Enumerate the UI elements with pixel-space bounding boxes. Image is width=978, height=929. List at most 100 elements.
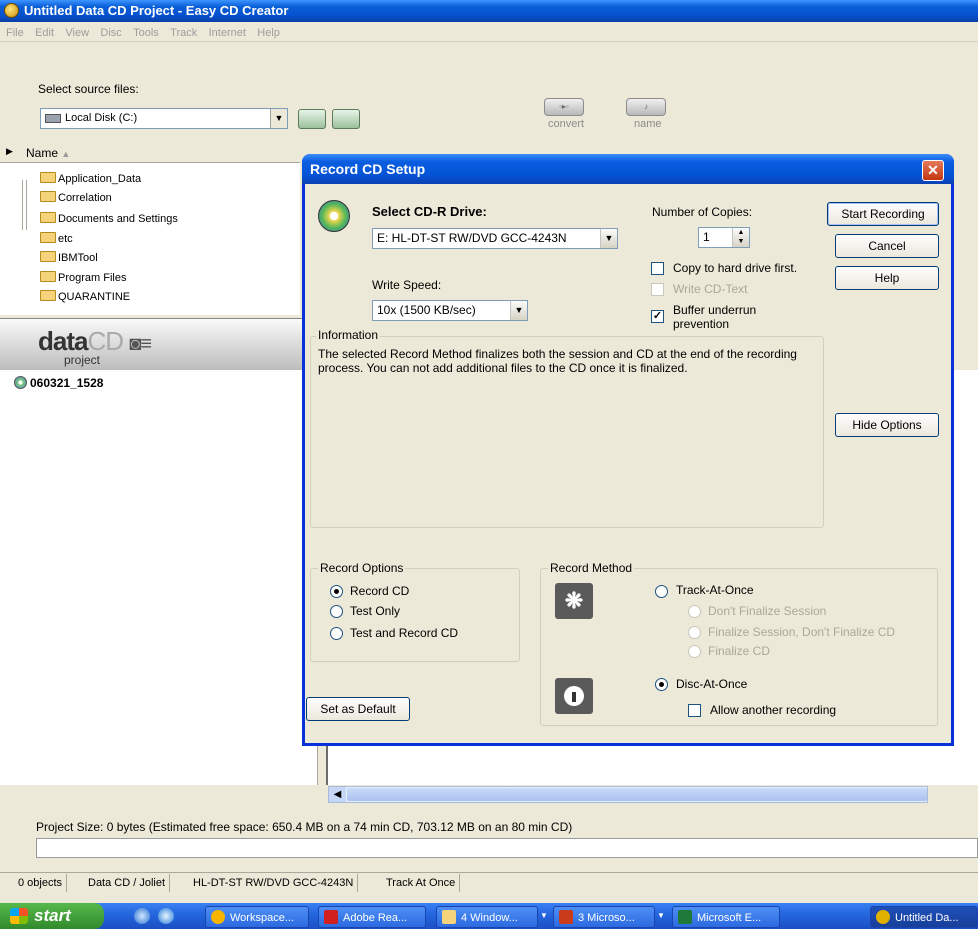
horizontal-scrollbar[interactable]: ◀ xyxy=(328,786,928,803)
menu-bar: File Edit View Disc Tools Track Internet… xyxy=(0,22,978,42)
buffer-underrun-label: Buffer underrun prevention xyxy=(673,303,757,331)
cd-drive-value: E: HL-DT-ST RW/DVD GCC-4243N xyxy=(377,231,567,245)
taskbar-item-windows[interactable]: 4 Window... xyxy=(436,906,538,928)
window-title-bar[interactable]: Untitled Data CD Project - Easy CD Creat… xyxy=(0,0,978,22)
data-project-sublabel: project xyxy=(64,353,101,367)
cd-drive-select[interactable]: E: HL-DT-ST RW/DVD GCC-4243N ▼ xyxy=(372,228,618,249)
convert-label: convert xyxy=(548,118,585,130)
group-chevron-icon[interactable]: ▼ xyxy=(540,911,548,920)
folder-icon xyxy=(40,191,56,202)
buffer-underrun-checkbox[interactable]: ✓ xyxy=(651,310,664,323)
list-item[interactable]: Application_Data xyxy=(40,171,141,188)
record-cd-radio[interactable] xyxy=(330,585,343,598)
select-drive-label: Select CD-R Drive: xyxy=(372,204,487,219)
record-options-title: Record Options xyxy=(318,561,406,575)
cancel-button[interactable]: Cancel xyxy=(835,234,939,258)
status-drive: HL-DT-ST RW/DVD GCC-4243N xyxy=(189,874,359,892)
pane-splitter[interactable] xyxy=(22,180,27,230)
list-item[interactable]: Program Files xyxy=(40,270,126,287)
menu-help[interactable]: Help xyxy=(253,27,284,39)
name-icon[interactable]: ♪ xyxy=(626,98,666,116)
chevron-down-icon[interactable]: ▼ xyxy=(600,229,617,248)
set-as-default-button[interactable]: Set as Default xyxy=(306,697,410,721)
project-root-item[interactable]: 060321_1528 xyxy=(14,376,103,390)
copies-stepper[interactable]: 1 ▲ ▼ xyxy=(698,227,750,248)
start-recording-button[interactable]: Start Recording xyxy=(827,202,939,226)
list-item[interactable]: Correlation xyxy=(40,190,112,207)
source-drive-select[interactable]: Local Disk (C:) ▼ xyxy=(40,108,288,129)
menu-internet[interactable]: Internet xyxy=(205,27,250,39)
folder-up-button[interactable] xyxy=(298,109,326,129)
cd-drive-icon xyxy=(318,200,350,232)
taskbar-item-workspace[interactable]: Workspace... xyxy=(205,906,309,928)
dont-finalize-session-label: Don't Finalize Session xyxy=(708,604,827,618)
powerpoint-icon xyxy=(559,910,573,924)
track-at-once-label: Track-At-Once xyxy=(676,583,754,597)
convert-icon[interactable]: ◦▸◦ xyxy=(544,98,584,116)
adobe-reader-icon xyxy=(324,910,338,924)
taskbar-item-excel[interactable]: Microsoft E... xyxy=(672,906,780,928)
menu-tools[interactable]: Tools xyxy=(129,27,163,39)
write-cdtext-label: Write CD-Text xyxy=(673,282,748,296)
help-button[interactable]: Help xyxy=(835,266,939,290)
document-icon: ◙≡ xyxy=(129,333,152,355)
write-speed-select[interactable]: 10x (1500 KB/sec) ▼ xyxy=(372,300,528,321)
group-chevron-icon[interactable]: ▼ xyxy=(657,911,665,920)
list-item[interactable]: IBMTool xyxy=(40,250,98,267)
allow-another-recording-checkbox[interactable] xyxy=(688,704,701,717)
finalize-cd-radio[interactable] xyxy=(688,645,701,658)
status-objects: 0 objects xyxy=(14,874,68,892)
chevron-down-icon[interactable]: ▼ xyxy=(270,109,287,128)
source-label: Select source files: xyxy=(38,82,139,96)
taskbar-item-microsoft[interactable]: 3 Microso... xyxy=(553,906,655,928)
name-column-header[interactable]: Name ▲ xyxy=(26,146,70,160)
track-at-once-radio[interactable] xyxy=(655,585,668,598)
folder-icon xyxy=(40,172,56,183)
information-text: The selected Record Method finalizes bot… xyxy=(318,347,797,375)
list-item[interactable]: QUARANTINE xyxy=(40,289,130,306)
folder-icon xyxy=(40,271,56,282)
menu-edit[interactable]: Edit xyxy=(31,27,58,39)
record-cd-label: Record CD xyxy=(350,584,410,598)
test-and-record-radio[interactable] xyxy=(330,627,343,640)
taskbar-item-untitled[interactable]: Untitled Da... xyxy=(870,906,978,928)
start-button[interactable]: start xyxy=(0,903,104,929)
spin-arrows-icon[interactable]: ▲ ▼ xyxy=(732,228,749,247)
list-item[interactable]: Documents and Settings xyxy=(40,211,178,228)
finalize-session-radio[interactable] xyxy=(688,626,701,639)
chevron-down-icon[interactable]: ▼ xyxy=(510,301,527,320)
list-item[interactable]: etc xyxy=(40,231,73,248)
hide-options-button[interactable]: Hide Options xyxy=(835,413,939,437)
copies-value: 1 xyxy=(703,230,710,244)
project-tree xyxy=(0,370,318,785)
folder-icon xyxy=(40,232,56,243)
test-only-radio[interactable] xyxy=(330,605,343,618)
copy-to-hdd-label: Copy to hard drive first. xyxy=(673,261,798,275)
close-icon[interactable]: ✕ xyxy=(922,160,944,181)
expand-arrow-icon[interactable]: ▶ xyxy=(6,146,13,157)
copy-to-hdd-checkbox[interactable] xyxy=(651,262,664,275)
easy-cd-creator-icon xyxy=(876,910,890,924)
taskbar-item-adobe[interactable]: Adobe Rea... xyxy=(318,906,426,928)
test-only-label: Test Only xyxy=(350,604,401,618)
show-desktop-icon[interactable] xyxy=(134,908,150,924)
menu-view[interactable]: View xyxy=(61,27,93,39)
disc-at-once-radio[interactable] xyxy=(655,678,668,691)
track-at-once-icon: ❋ xyxy=(555,583,593,619)
internet-explorer-icon[interactable] xyxy=(158,908,174,924)
dont-finalize-session-radio[interactable] xyxy=(688,605,701,618)
write-cdtext-checkbox[interactable] xyxy=(651,283,664,296)
source-drive-value: Local Disk (C:) xyxy=(65,112,138,124)
capacity-bar xyxy=(36,838,978,858)
scroll-thumb[interactable] xyxy=(347,788,927,801)
windows-flag-icon xyxy=(10,908,28,924)
menu-disc[interactable]: Disc xyxy=(96,27,125,39)
window-title: Untitled Data CD Project - Easy CD Creat… xyxy=(24,3,289,18)
explore-folder-button[interactable] xyxy=(332,109,360,129)
information-title: Information xyxy=(316,328,381,342)
menu-file[interactable]: File xyxy=(2,27,28,39)
status-method: Track At Once xyxy=(382,874,461,892)
menu-track[interactable]: Track xyxy=(166,27,201,39)
dialog-title-bar[interactable]: Record CD Setup xyxy=(302,154,954,184)
scroll-left-icon[interactable]: ◀ xyxy=(329,787,346,802)
